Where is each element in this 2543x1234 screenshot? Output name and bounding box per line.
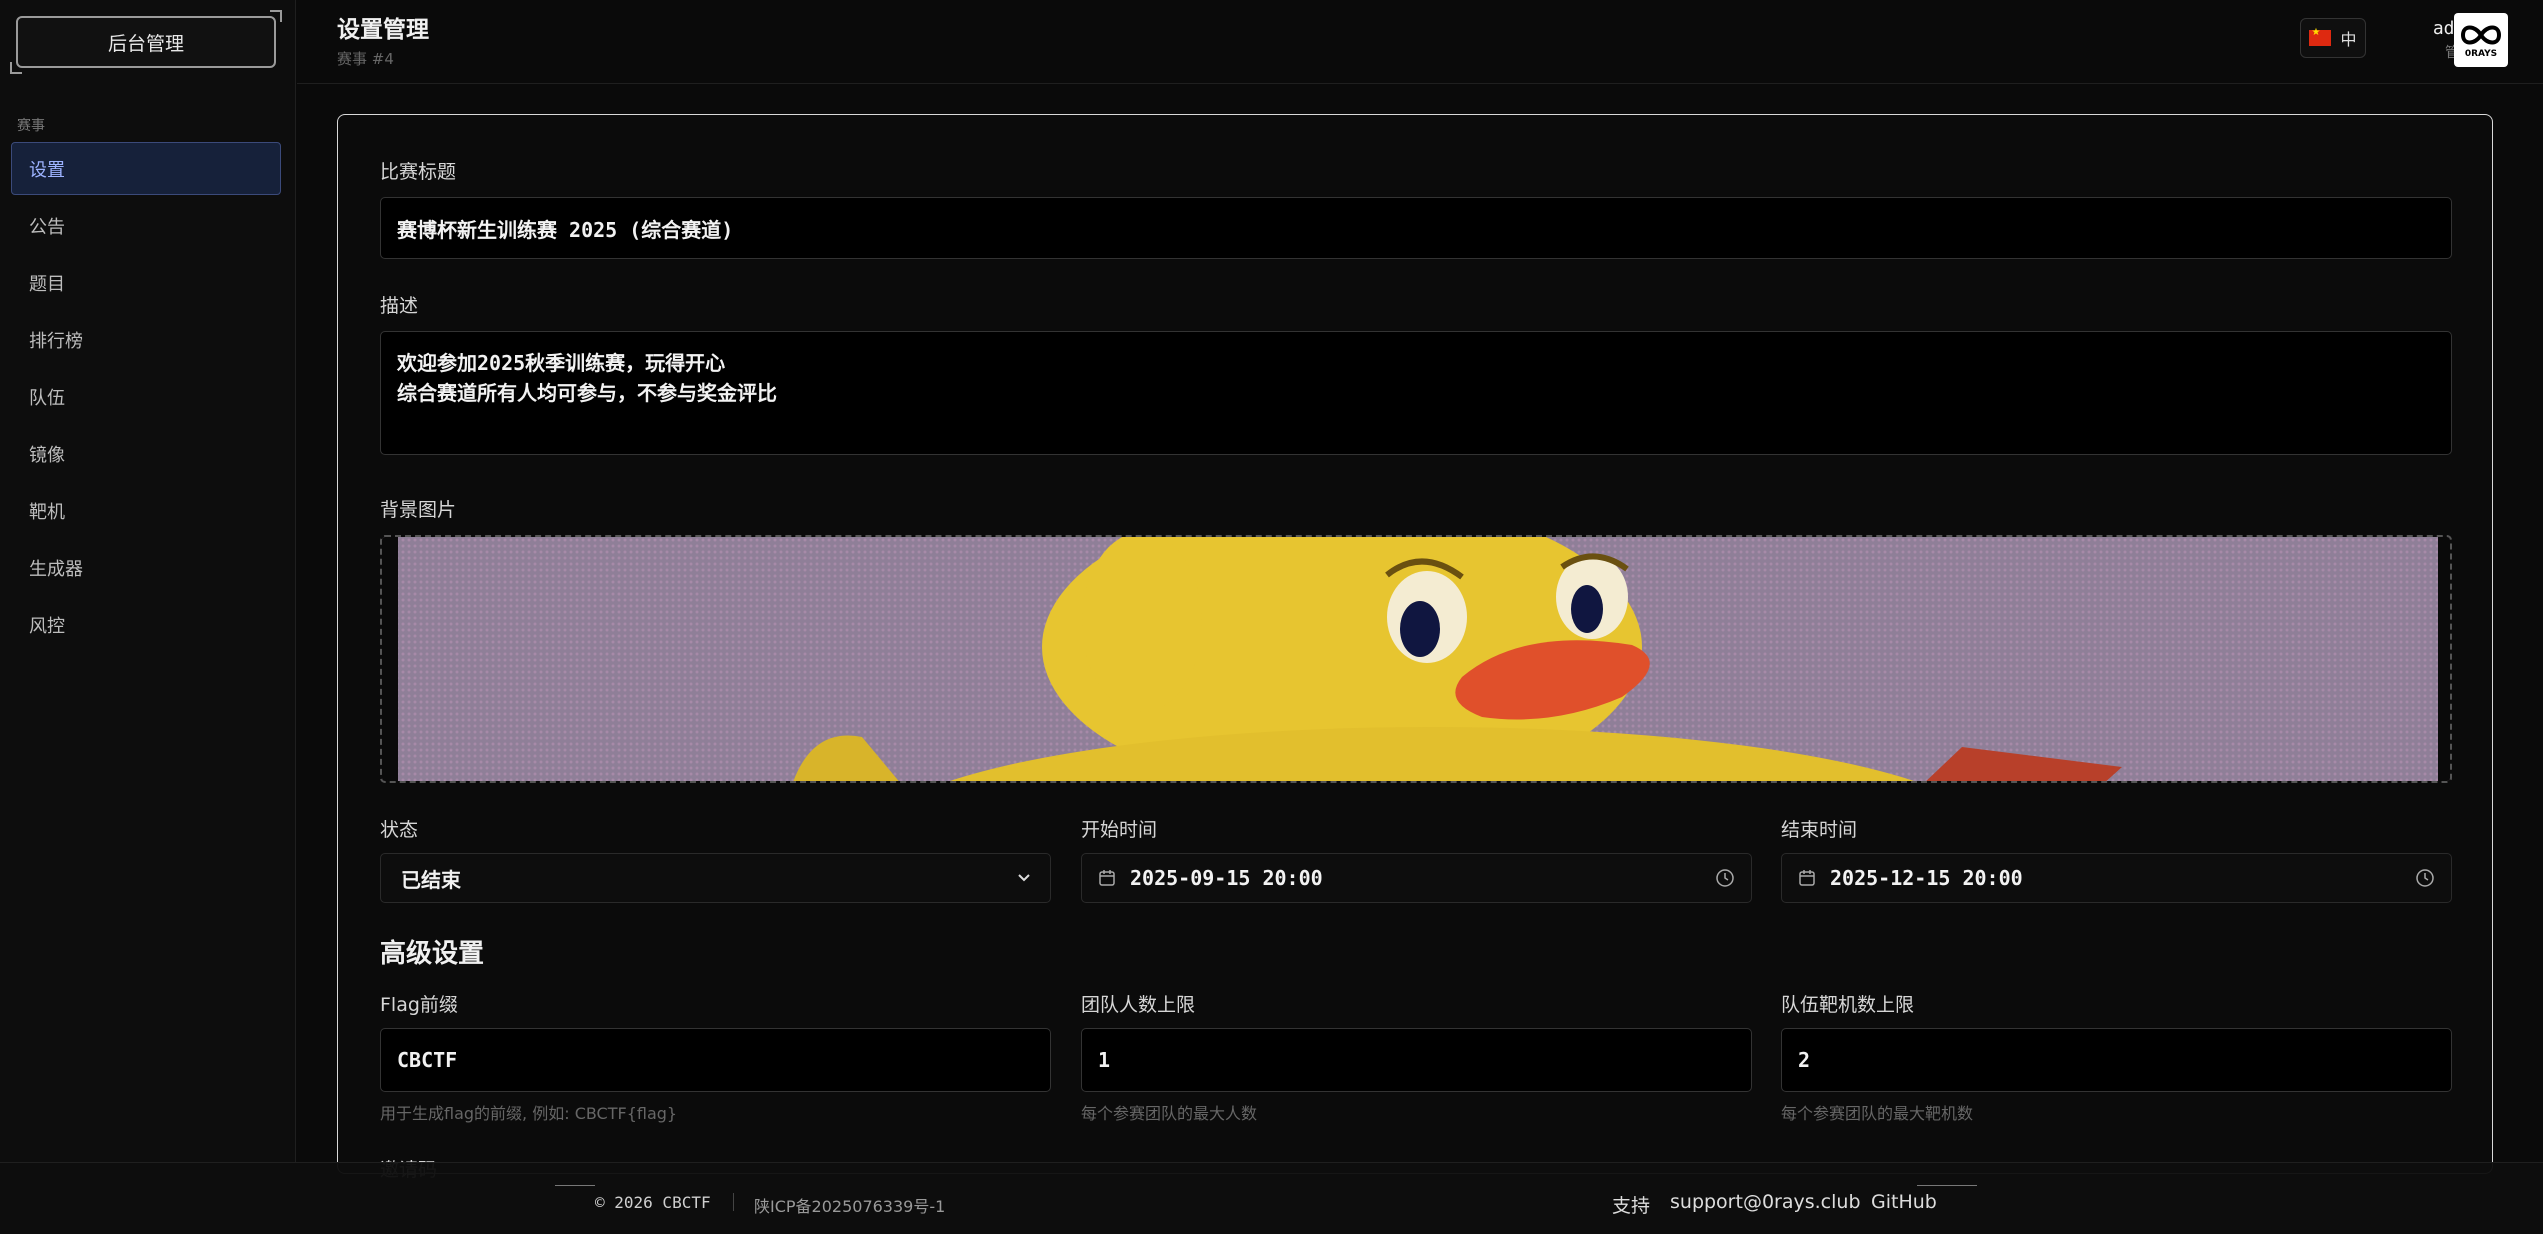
sidebar-item-leaderboard[interactable]: 排行榜 [11,313,281,366]
background-image-dropzone[interactable] [380,535,2452,783]
footer: © 2026 CBCTF 陕ICP备2025076339号-1 支持 suppo… [0,1162,2543,1234]
flag-prefix-input[interactable]: CBCTF [380,1028,1051,1092]
sidebar-item-settings[interactable]: 设置 [11,142,281,195]
background-image-label: 背景图片 [380,499,457,521]
sidebar-item-label: 风控 [29,615,65,637]
status-label: 状态 [380,819,419,841]
sidebar-item-label: 排行榜 [29,330,83,352]
github-link[interactable]: GitHub [1871,1185,1977,1213]
start-time-value: 2025-09-15 20:00 [1130,866,1323,890]
sidebar-item-label: 设置 [29,159,65,181]
admin-home-label: 后台管理 [107,32,184,55]
sidebar-item-label: 题目 [29,273,65,295]
support-email-link[interactable]: support@0rays.club [1670,1191,1861,1213]
flag-prefix-label: Flag前缀 [380,994,458,1016]
footer-divider [733,1193,734,1211]
calendar-icon [1099,870,1115,886]
corner-decoration [10,62,22,74]
description-line: 欢迎参加2025秋季训练赛，玩得开心 [397,351,726,375]
copyright: © 2026 CBCTF [555,1185,711,1212]
sidebar-section-label: 赛事 [17,118,45,134]
sidebar-item-label: 生成器 [29,558,83,580]
icp-link[interactable]: 陕ICP备2025076339号-1 [754,1193,945,1217]
chevron-down-icon [1018,874,1030,882]
team-size-hint: 每个参赛团队的最大人数 [1081,1104,1258,1123]
clock-icon [2416,869,2434,887]
sidebar-item-notices[interactable]: 公告 [11,199,281,252]
top-header: 设置管理 赛事 #4 中 admin 管理员 0RAYS [297,0,2543,84]
sidebar-nav: 设置 公告 题目 排行榜 队伍 镜像 靶机 生成器 风控 [11,142,281,655]
page-subtitle: 赛事 #4 [337,50,394,68]
status-value: 已结束 [401,867,461,892]
admin-home-button[interactable]: 后台管理 [10,10,282,74]
sidebar-item-challenges[interactable]: 题目 [11,256,281,309]
team-size-input[interactable]: 1 [1081,1028,1752,1092]
language-label: 中 [2340,30,2357,49]
description-line: 综合赛道所有人均可参与，不参与奖金评比 [397,381,777,405]
sidebar-item-label: 队伍 [29,387,65,409]
team-size-label: 团队人数上限 [1081,994,1196,1016]
team-vm-label: 队伍靶机数上限 [1781,994,1915,1016]
sidebar-item-label: 镜像 [29,444,65,466]
avatar-logo-text: 0RAYS [2464,49,2498,59]
team-vm-hint: 每个参赛团队的最大靶机数 [1781,1104,1974,1123]
infinity-logo-icon [2460,25,2502,45]
language-switch-button[interactable]: 中 [2300,18,2366,58]
end-time-label: 结束时间 [1781,819,1858,841]
settings-card: 比赛标题 赛博杯新生训练赛 2025 (综合赛道) 描述 欢迎参加2025秋季训… [337,114,2493,1181]
avatar[interactable]: 0RAYS [2454,13,2508,67]
duck-background-image [382,537,2450,781]
title-label: 比赛标题 [380,161,457,183]
start-time-picker[interactable]: 2025-09-15 20:00 [1081,853,1752,903]
start-time-label: 开始时间 [1081,819,1158,841]
sidebar-item-images[interactable]: 镜像 [11,427,281,480]
clock-icon [1716,869,1734,887]
description-label: 描述 [380,295,419,317]
end-time-value: 2025-12-15 20:00 [1830,866,2023,890]
calendar-icon [1799,870,1815,886]
sidebar-item-teams[interactable]: 队伍 [11,370,281,423]
sidebar-item-targets[interactable]: 靶机 [11,484,281,537]
page-title: 设置管理 [337,17,429,43]
corner-decoration [270,10,282,22]
team-vm-input[interactable]: 2 [1781,1028,2452,1092]
contest-title-input[interactable]: 赛博杯新生训练赛 2025 (综合赛道) [380,197,2452,259]
flag-prefix-hint: 用于生成flag的前缀, 例如: CBCTF{flag} [380,1104,678,1123]
sidebar-item-risk-control[interactable]: 风控 [11,598,281,651]
sidebar-item-label: 公告 [29,216,65,238]
sidebar-item-generators[interactable]: 生成器 [11,541,281,594]
end-time-picker[interactable]: 2025-12-15 20:00 [1781,853,2452,903]
status-select[interactable]: 已结束 [380,853,1051,903]
advanced-settings-title: 高级设置 [380,939,485,969]
sidebar-item-label: 靶机 [29,501,65,523]
description-textarea[interactable]: 欢迎参加2025秋季训练赛，玩得开心 综合赛道所有人均可参与，不参与奖金评比 [380,331,2452,455]
china-flag-icon [2309,27,2332,46]
sidebar: 后台管理 赛事 设置 公告 题目 排行榜 队伍 镜像 靶机 生成器 风控 [0,0,296,1162]
support-label: 支持 [1612,1195,1651,1217]
